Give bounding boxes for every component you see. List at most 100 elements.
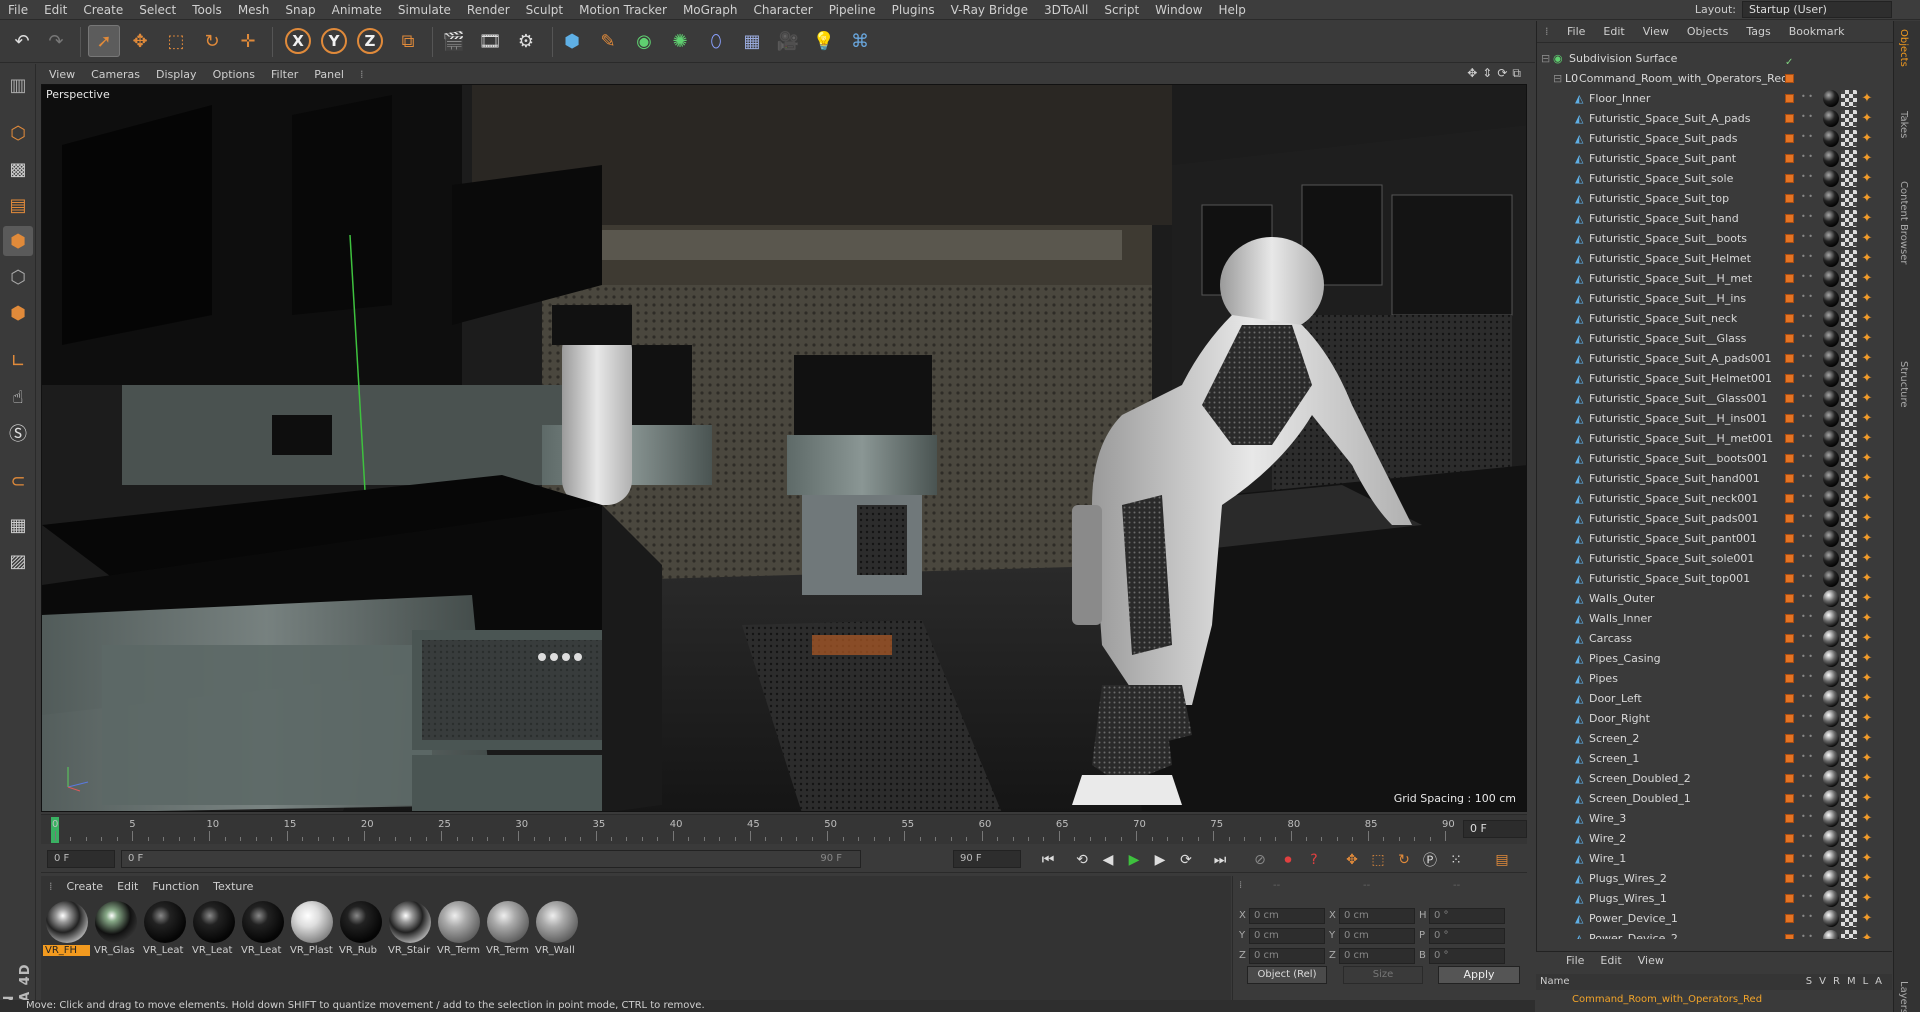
coordinate-field[interactable]: 0 cm — [1249, 948, 1325, 964]
texture-tag-icon[interactable] — [1841, 330, 1857, 347]
material-tag-icon[interactable] — [1823, 650, 1839, 667]
material-tag-icon[interactable] — [1823, 730, 1839, 747]
texture-tag-icon[interactable] — [1841, 770, 1857, 787]
object-row[interactable]: ◭ Futuristic_Space_Suit_pads001 • • ✦ — [1537, 509, 1893, 529]
object-row[interactable]: ◭ Wire_3 • • ✦ — [1537, 809, 1893, 829]
object-row[interactable]: ◭ Plugs_Wires_2 • • ✦ — [1537, 869, 1893, 889]
object-row[interactable]: ◭ Futuristic_Space_Suit_top001 • • ✦ — [1537, 569, 1893, 589]
phong-tag-icon[interactable]: ✦ — [1859, 670, 1875, 687]
phong-tag-icon[interactable]: ✦ — [1859, 190, 1875, 207]
coordinate-mode-dropdown[interactable]: Object (Rel) — [1247, 966, 1327, 984]
move-icon[interactable]: ✥ — [124, 25, 156, 57]
visibility-dots-icon[interactable]: • • — [1801, 653, 1813, 661]
visibility-dots-icon[interactable]: • • — [1801, 553, 1813, 561]
viewport-menu-options[interactable]: Options — [205, 68, 263, 81]
phong-tag-icon[interactable]: ✦ — [1859, 90, 1875, 107]
object-row[interactable]: ◭ Screen_1 • • ✦ — [1537, 749, 1893, 769]
material-tag-icon[interactable] — [1823, 230, 1839, 247]
texture-tag-icon[interactable] — [1841, 790, 1857, 807]
cube-icon[interactable]: ⬢ — [556, 25, 588, 57]
key-pla-icon[interactable]: ⁙ — [1445, 849, 1467, 871]
texture-tag-icon[interactable] — [1841, 90, 1857, 107]
material-tag-icon[interactable] — [1823, 410, 1839, 427]
viewport-menu-cameras[interactable]: Cameras — [83, 68, 148, 81]
texture-tag-icon[interactable] — [1841, 190, 1857, 207]
visibility-dots-icon[interactable]: • • — [1801, 93, 1813, 101]
phong-tag-icon[interactable]: ✦ — [1859, 830, 1875, 847]
visibility-dots-icon[interactable]: • • — [1801, 853, 1813, 861]
next-frame-icon[interactable]: ▶ — [1149, 849, 1171, 871]
render-picture-viewer-icon[interactable]: 🎞 — [474, 25, 506, 57]
pen-icon[interactable]: ✎ — [592, 25, 624, 57]
object-row[interactable]: ◭ Wire_2 • • ✦ — [1537, 829, 1893, 849]
material-swatch[interactable]: VR_Leat — [239, 900, 286, 960]
texture-tag-icon[interactable] — [1841, 710, 1857, 727]
visibility-dots-icon[interactable]: • • — [1801, 193, 1813, 201]
layer-color-tag[interactable] — [1785, 154, 1794, 163]
visibility-dots-icon[interactable]: • • — [1801, 293, 1813, 301]
viewport-menu-panel[interactable]: Panel — [306, 68, 352, 81]
layer-color-tag[interactable] — [1785, 354, 1794, 363]
phong-tag-icon[interactable]: ✦ — [1859, 310, 1875, 327]
material-tag-icon[interactable] — [1823, 770, 1839, 787]
phong-tag-icon[interactable]: ✦ — [1859, 110, 1875, 127]
previous-frame-icon[interactable]: ◀ — [1097, 849, 1119, 871]
menu-character[interactable]: Character — [745, 3, 820, 17]
phong-tag-icon[interactable]: ✦ — [1859, 230, 1875, 247]
phong-tag-icon[interactable]: ✦ — [1859, 750, 1875, 767]
material-tag-icon[interactable] — [1823, 270, 1839, 287]
object-row[interactable]: ◭ Screen_Doubled_1 • • ✦ — [1537, 789, 1893, 809]
layer-color-tag[interactable] — [1785, 434, 1794, 443]
visibility-dots-icon[interactable]: • • — [1801, 633, 1813, 641]
object-row[interactable]: ◭ Futuristic_Space_Suit__H_met • • ✦ — [1537, 269, 1893, 289]
phong-tag-icon[interactable]: ✦ — [1859, 470, 1875, 487]
layer-color-tag[interactable] — [1785, 394, 1794, 403]
material-swatch[interactable]: VR_Wall — [533, 900, 580, 960]
size-mode-dropdown[interactable]: Size — [1343, 966, 1423, 984]
texture-tag-icon[interactable] — [1841, 110, 1857, 127]
visibility-dots-icon[interactable]: • • — [1801, 313, 1813, 321]
layer-color-tag[interactable] — [1785, 814, 1794, 823]
visibility-dots-icon[interactable]: • • — [1801, 813, 1813, 821]
texture-tag-icon[interactable] — [1841, 410, 1857, 427]
visibility-dots-icon[interactable]: • • — [1801, 433, 1813, 441]
texture-tag-icon[interactable] — [1841, 670, 1857, 687]
menu-select[interactable]: Select — [131, 3, 184, 17]
collapse-icon[interactable]: ⊟ — [1553, 73, 1564, 85]
object-row[interactable]: ◭ Power_Device_2 • • ✦ — [1537, 929, 1893, 939]
material-swatch[interactable]: VR_FH — [43, 900, 90, 960]
object-row[interactable]: ◭ Door_Left • • ✦ — [1537, 689, 1893, 709]
texture-tag-icon[interactable] — [1841, 250, 1857, 267]
scale-icon[interactable]: ⬚ — [160, 25, 192, 57]
layer-color-tag[interactable] — [1785, 834, 1794, 843]
material-tag-icon[interactable] — [1823, 530, 1839, 547]
axis-icon[interactable]: ∟ — [3, 346, 33, 376]
material-tag-icon[interactable] — [1823, 930, 1839, 939]
object-row[interactable]: ◭ Futuristic_Space_Suit_A_pads • • ✦ — [1537, 109, 1893, 129]
object-row[interactable]: ◭ Futuristic_Space_Suit_Helmet • • ✦ — [1537, 249, 1893, 269]
object-row[interactable]: ◭ Pipes_Casing • • ✦ — [1537, 649, 1893, 669]
material-tag-icon[interactable] — [1823, 210, 1839, 227]
layer-color-tag[interactable] — [1785, 534, 1794, 543]
object-row[interactable]: ◭ Wire_1 • • ✦ — [1537, 849, 1893, 869]
menu-mograph[interactable]: MoGraph — [675, 3, 746, 17]
keyframe-selection-icon[interactable]: ? — [1303, 849, 1325, 871]
object-row[interactable]: ◭ Floor_Inner • • ✦ — [1537, 89, 1893, 109]
viewport-menu-filter[interactable]: Filter — [263, 68, 306, 81]
texture-tag-icon[interactable] — [1841, 170, 1857, 187]
object-row[interactable]: ◭ Door_Right • • ✦ — [1537, 709, 1893, 729]
visibility-dots-icon[interactable]: • • — [1801, 873, 1813, 881]
layer-color-tag[interactable] — [1785, 494, 1794, 503]
texture-tag-icon[interactable] — [1841, 550, 1857, 567]
layer-color-tag[interactable] — [1785, 734, 1794, 743]
coordinate-field[interactable]: 0 ° — [1429, 948, 1505, 964]
material-menu-texture[interactable]: Texture — [213, 880, 253, 893]
material-menu-edit[interactable]: Edit — [117, 880, 138, 893]
material-swatch[interactable]: VR_Term — [435, 900, 482, 960]
rotate-icon[interactable]: ↻ — [196, 25, 228, 57]
apply-button[interactable]: Apply — [1438, 966, 1520, 984]
phong-tag-icon[interactable]: ✦ — [1859, 850, 1875, 867]
visibility-dots-icon[interactable]: • • — [1801, 153, 1813, 161]
texture-tag-icon[interactable] — [1841, 650, 1857, 667]
phong-tag-icon[interactable]: ✦ — [1859, 610, 1875, 627]
